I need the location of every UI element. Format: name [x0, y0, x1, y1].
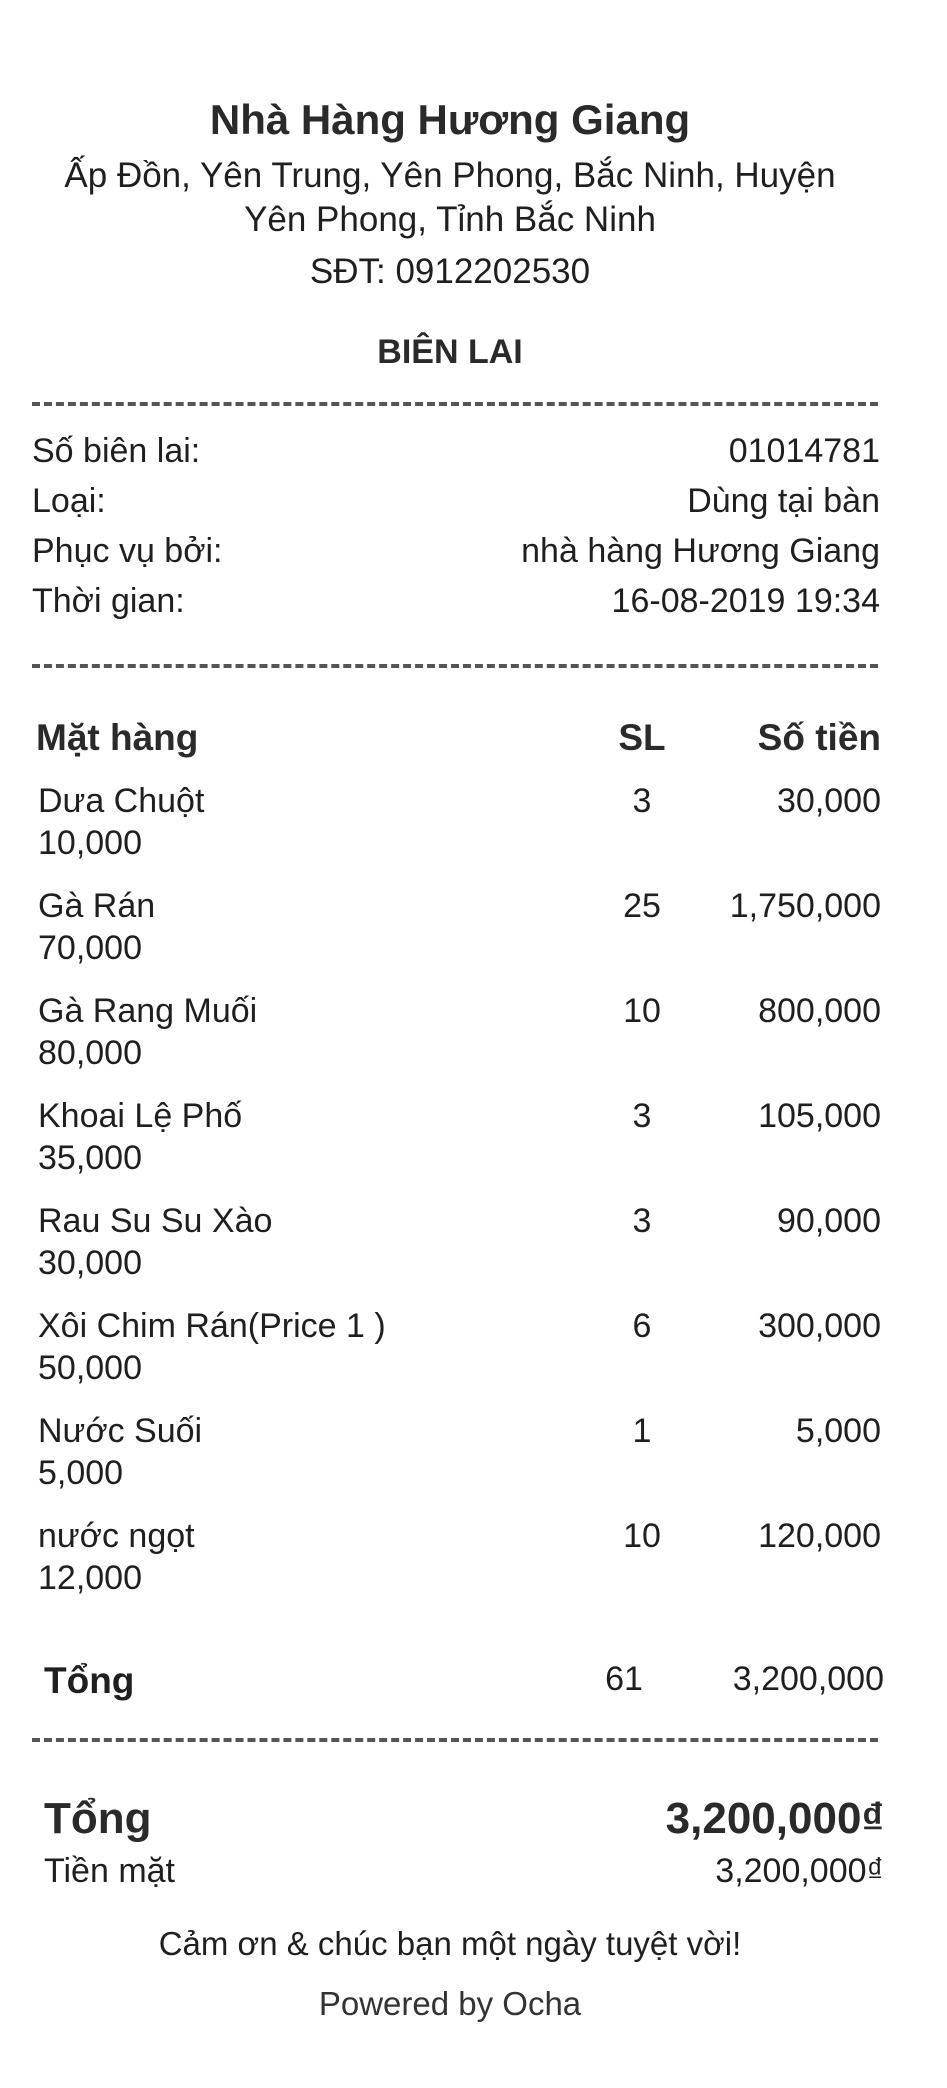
info-row-time: Thời gian: 16-08-2019 19:34	[32, 582, 880, 632]
grand-total-row: Tổng 3,200,000₫	[44, 1794, 884, 1854]
info-label: Phục vụ bởi:	[32, 532, 223, 570]
item-qty: 10	[623, 992, 661, 1030]
item-amount: 105,000	[758, 1097, 881, 1135]
item-name: Dưa Chuột	[38, 782, 205, 820]
item-qty: 10	[623, 1517, 661, 1555]
info-row-type: Loại: Dùng tại bàn	[32, 482, 880, 532]
divider	[32, 1738, 878, 1742]
item-name: Rau Su Su Xào	[38, 1202, 273, 1240]
item-amount: 1,750,000	[729, 887, 881, 925]
info-label: Số biên lai:	[32, 432, 201, 470]
powered-by: Powered by Ocha	[318, 1985, 582, 2022]
cash-row: Tiền mặt 3,200,000₫	[44, 1852, 884, 1902]
item-name: Gà Rán	[38, 887, 156, 925]
grand-total-amount: 3,200,000₫	[665, 1794, 884, 1843]
cash-amount: 3,200,000₫	[715, 1852, 884, 1890]
info-value: Dùng tại bàn	[687, 482, 880, 520]
store-phone: SĐT: 0912202530	[309, 252, 591, 291]
grand-total-label: Tổng	[44, 1794, 152, 1843]
info-row-receipt-number: Số biên lai: 01014781	[32, 432, 880, 482]
item-unit-price: 10,000	[38, 824, 142, 862]
subtotal-qty: 61	[605, 1660, 643, 1698]
column-header-qty: SL	[618, 717, 666, 758]
subtotal-row: Tổng 61 3,200,000	[44, 1660, 884, 1710]
info-value: 01014781	[728, 432, 880, 470]
info-row-served-by: Phục vụ bởi: nhà hàng Hương Giang	[32, 532, 880, 582]
store-name: Nhà Hàng Hương Giang	[209, 96, 691, 143]
list-item: Gà Rang Muối 80,000 10 800,000	[38, 992, 881, 1092]
item-name: Xôi Chim Rán(Price 1 )	[38, 1307, 386, 1345]
column-header-amount: Số tiền	[757, 717, 881, 758]
column-header-item: Mặt hàng	[36, 717, 199, 758]
receipt: Nhà Hàng Hương Giang Ấp Đồn, Yên Trung, …	[0, 0, 947, 2088]
info-label: Thời gian:	[32, 582, 185, 620]
item-qty: 1	[632, 1412, 652, 1450]
cash-label: Tiền mặt	[44, 1852, 176, 1890]
list-item: nước ngọt 12,000 10 120,000	[38, 1517, 881, 1617]
subtotal-label: Tổng	[44, 1660, 135, 1701]
list-item: Gà Rán 70,000 25 1,750,000	[38, 887, 881, 987]
item-amount: 300,000	[758, 1307, 881, 1345]
list-item: Dưa Chuột 10,000 3 30,000	[38, 782, 881, 882]
list-item: Nước Suối 5,000 1 5,000	[38, 1412, 881, 1512]
item-amount: 5,000	[795, 1412, 881, 1450]
item-qty: 3	[632, 782, 652, 820]
item-amount: 90,000	[777, 1202, 881, 1240]
item-name: Nước Suối	[38, 1412, 203, 1450]
list-item: Khoai Lệ Phố 35,000 3 105,000	[38, 1097, 881, 1197]
item-unit-price: 70,000	[38, 929, 142, 967]
item-unit-price: 35,000	[38, 1139, 142, 1177]
item-qty: 25	[623, 887, 661, 925]
item-unit-price: 80,000	[38, 1034, 142, 1072]
store-address: Ấp Đồn, Yên Trung, Yên Phong, Bắc Ninh, …	[64, 156, 836, 239]
thank-you-message: Cảm ơn & chúc bạn một ngày tuyệt vời!	[158, 1925, 742, 1962]
subtotal-amount: 3,200,000	[732, 1660, 884, 1698]
item-qty: 3	[632, 1202, 652, 1240]
info-value: nhà hàng Hương Giang	[521, 532, 880, 570]
info-label: Loại:	[32, 482, 106, 520]
info-value: 16-08-2019 19:34	[611, 582, 880, 620]
item-unit-price: 30,000	[38, 1244, 142, 1282]
receipt-header: Nhà Hàng Hương Giang Ấp Đồn, Yên Trung, …	[0, 96, 900, 292]
item-name: Gà Rang Muối	[38, 992, 258, 1030]
divider	[32, 664, 878, 668]
item-unit-price: 50,000	[38, 1349, 142, 1387]
item-amount: 30,000	[777, 782, 881, 820]
item-amount: 800,000	[758, 992, 881, 1030]
item-name: Khoai Lệ Phố	[38, 1097, 243, 1135]
item-unit-price: 12,000	[38, 1559, 142, 1597]
divider	[32, 402, 878, 406]
item-qty: 3	[632, 1097, 652, 1135]
item-qty: 6	[632, 1307, 652, 1345]
list-item: Xôi Chim Rán(Price 1 ) 50,000 6 300,000	[38, 1307, 881, 1407]
item-unit-price: 5,000	[38, 1454, 124, 1492]
item-name: nước ngọt	[38, 1517, 195, 1555]
receipt-title: BIÊN LAI	[377, 333, 523, 371]
item-amount: 120,000	[758, 1517, 881, 1555]
list-item: Rau Su Su Xào 30,000 3 90,000	[38, 1202, 881, 1302]
